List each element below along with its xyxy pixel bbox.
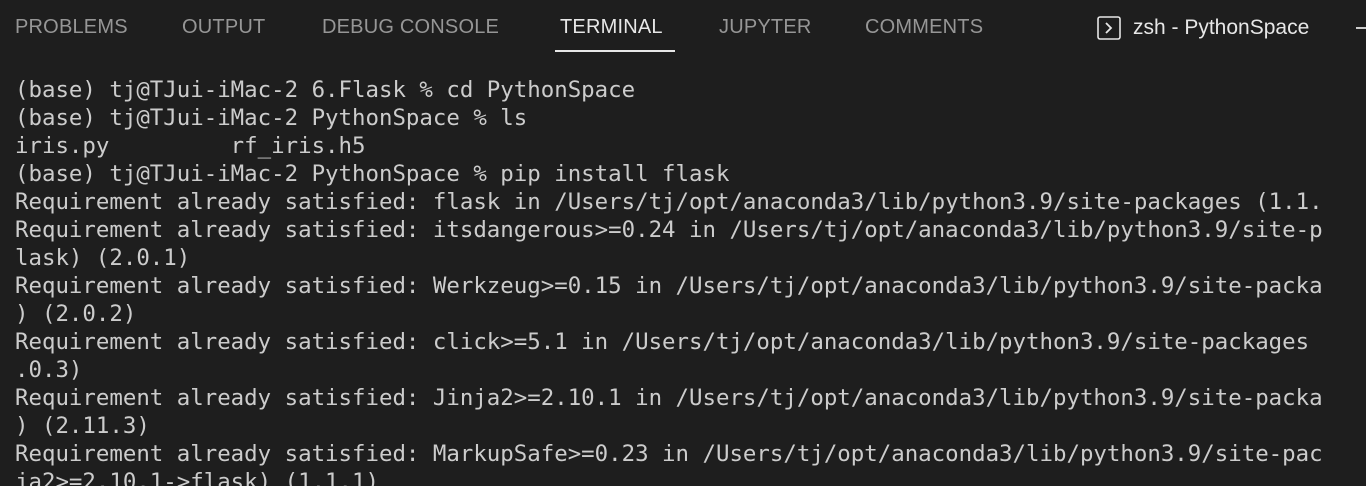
terminal-line: Requirement already satisfied: itsdanger… <box>15 217 1323 243</box>
terminal-icon <box>1097 16 1121 40</box>
terminal-line: (base) tj@TJui-iMac-2 PythonSpace % pip … <box>15 161 730 187</box>
terminal-line: Requirement already satisfied: Jinja2>=2… <box>15 385 1323 411</box>
bottom-panel: PROBLEMS OUTPUT DEBUG CONSOLE TERMINAL J… <box>0 0 1366 486</box>
tab-jupyter[interactable]: JUPYTER <box>719 14 812 40</box>
terminal-line: ja2>=2.10.1->flask) (1.1.1) <box>15 469 379 486</box>
terminal-line: iris.py rf_iris.h5 <box>15 133 366 159</box>
terminal-output[interactable]: (base) tj@TJui-iMac-2 6.Flask % cd Pytho… <box>15 76 1366 486</box>
tab-terminal[interactable]: TERMINAL <box>560 14 663 40</box>
terminal-line: ) (2.0.2) <box>15 301 137 327</box>
terminal-line: (base) tj@TJui-iMac-2 PythonSpace % ls <box>15 105 528 131</box>
panel-tab-bar: PROBLEMS OUTPUT DEBUG CONSOLE TERMINAL J… <box>0 0 1366 56</box>
terminal-line: .0.3) <box>15 357 83 383</box>
tab-debug-console[interactable]: DEBUG CONSOLE <box>322 14 499 40</box>
terminal-line: Requirement already satisfied: Werkzeug>… <box>15 273 1323 299</box>
terminal-line: (base) tj@TJui-iMac-2 6.Flask % cd Pytho… <box>15 77 636 103</box>
active-tab-indicator <box>555 50 675 52</box>
terminal-line: ) (2.11.3) <box>15 413 150 439</box>
terminal-line: Requirement already satisfied: flask in … <box>15 189 1323 215</box>
tab-output[interactable]: OUTPUT <box>182 14 265 40</box>
terminal-line: lask) (2.0.1) <box>15 245 191 271</box>
terminal-line: Requirement already satisfied: MarkupSaf… <box>15 441 1323 467</box>
terminal-line: Requirement already satisfied: click>=5.… <box>15 329 1310 355</box>
panel-actions-overflow[interactable] <box>1356 27 1366 29</box>
terminal-selector-label: zsh - PythonSpace <box>1133 16 1310 39</box>
tab-problems[interactable]: PROBLEMS <box>15 14 128 40</box>
terminal-selector[interactable]: zsh - PythonSpace <box>1097 14 1309 42</box>
tab-comments[interactable]: COMMENTS <box>865 14 983 40</box>
